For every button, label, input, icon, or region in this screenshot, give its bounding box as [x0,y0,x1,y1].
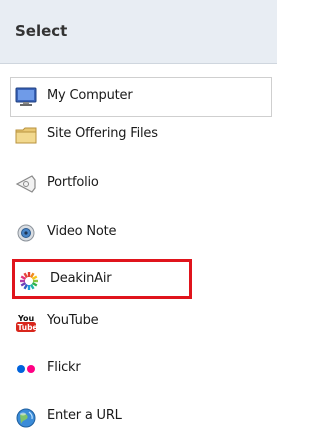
deakinair-icon [18,270,38,290]
flickr-icon [15,359,35,379]
source-item-label: YouTube [47,313,99,328]
source-item-label: Site Offering Files [47,126,158,141]
svg-text:Tube: Tube [18,323,38,332]
source-item-label: Video Note [47,224,117,239]
picker-title: Select [15,22,68,40]
globe-icon [15,407,36,428]
source-item-label: DeakinAir [50,271,112,286]
computer-icon [15,87,37,107]
svg-text:You: You [17,314,35,323]
source-item-portfolio[interactable]: Portfolio [10,164,272,204]
source-item-site-offering-files[interactable]: Site Offering Files [10,115,272,155]
source-item-video-note[interactable]: Video Note [10,213,272,253]
source-item-my-computer[interactable]: My Computer [10,77,272,117]
picker-header: Select [0,0,277,64]
source-item-enter-url[interactable]: Enter a URL [10,397,272,430]
source-item-label: Flickr [47,360,81,375]
portfolio-icon [15,174,36,194]
folder-icon [15,125,37,145]
source-item-flickr[interactable]: Flickr [10,349,272,389]
file-source-picker: Select My Computer Site Offering Files P… [0,0,277,430]
source-item-label: Enter a URL [47,408,122,423]
youtube-icon: You Tube [15,312,38,332]
source-item-deakinair[interactable]: DeakinAir [12,259,192,299]
source-item-youtube[interactable]: You Tube YouTube [10,302,272,342]
source-item-label: My Computer [47,88,133,103]
webcam-icon [15,223,35,243]
source-item-label: Portfolio [47,175,99,190]
